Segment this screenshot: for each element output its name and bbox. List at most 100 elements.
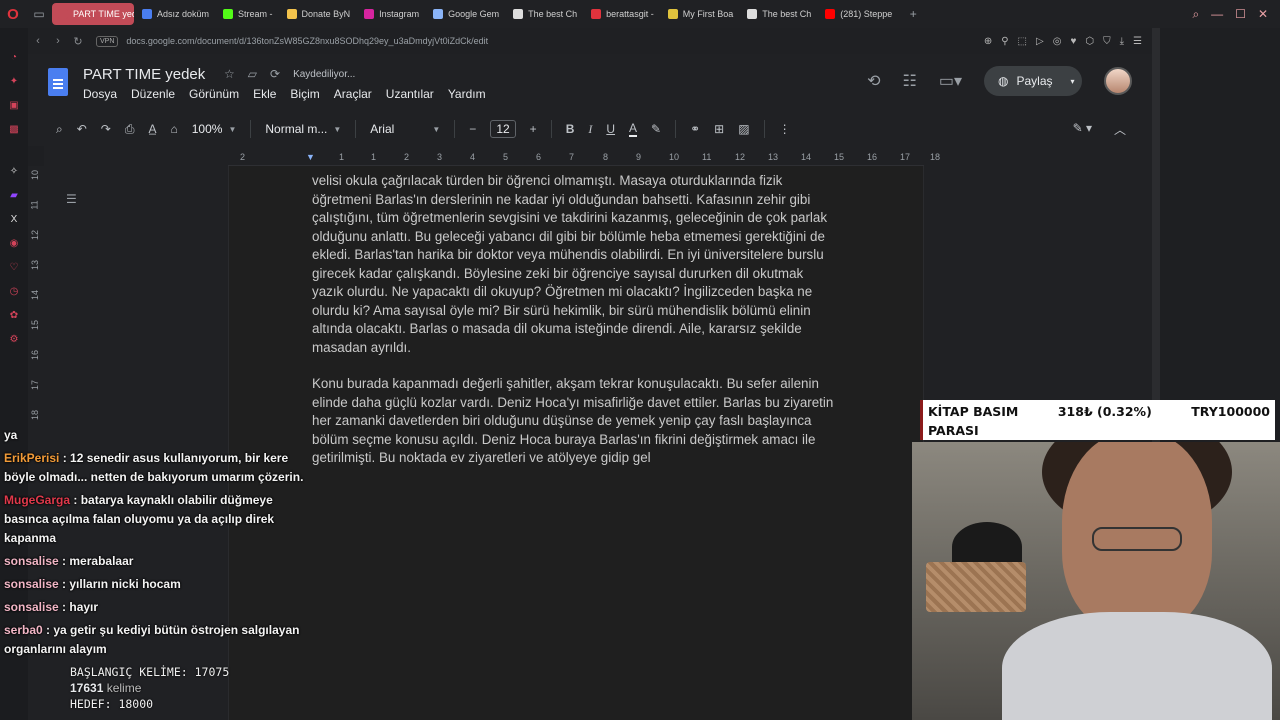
menu-item[interactable]: Görünüm [189,87,239,101]
browser-tab[interactable]: Adsız doküm [136,3,215,25]
style-dropdown[interactable]: Normal m... ▼ [265,122,341,136]
play-icon[interactable]: ▷ [1036,36,1044,47]
mail-icon[interactable]: ▩ [7,122,21,136]
forward-icon[interactable]: › [48,35,68,47]
star-icon[interactable]: ☆ [224,67,235,81]
redo-icon[interactable]: ↷ [101,122,111,136]
document-body[interactable]: velisi okula çağrılacak türden bir öğren… [312,172,838,486]
paragraph-1[interactable]: velisi okula çağrılacak türden bir öğren… [312,172,838,357]
camera-icon[interactable]: ◎ [1053,36,1062,47]
twitch-icon[interactable]: ▰ [7,188,21,202]
menu-item[interactable]: Uzantılar [386,87,434,101]
collapse-menus-icon[interactable]: ︿ [1114,121,1126,138]
paint-format-icon[interactable]: ⌂ [170,122,177,136]
heart-icon[interactable]: ♥ [1070,36,1076,47]
download-icon[interactable]: ⤓ [1120,36,1124,47]
share-button[interactable]: ◍ Paylaş ▾ [984,66,1082,96]
pin-page-icon[interactable]: ⚲ [1001,36,1008,47]
snapshot-icon[interactable]: ⬚ [1018,36,1027,47]
back-icon[interactable]: ‹ [28,35,48,47]
tab-favicon-icon [58,9,68,19]
chat-username: sonsalise [4,577,59,591]
spellcheck-icon[interactable]: A̲ [148,122,156,136]
print-icon[interactable]: ⎙ [125,122,135,137]
browser-tab[interactable]: The best Ch [741,3,817,25]
search-icon[interactable]: ⌕ [1192,7,1199,22]
browser-tab[interactable]: Donate ByN [281,3,357,25]
menu-item[interactable]: Araçlar [334,87,372,101]
browser-tab[interactable]: (281) Steppe [819,3,898,25]
font-dropdown[interactable]: Arial ▼ [370,122,440,136]
player-icon[interactable]: ◉ [7,236,21,250]
browser-tab[interactable]: My First Boa [662,3,740,25]
meet-icon[interactable]: ▭▾ [939,71,962,91]
docs-logo-icon[interactable] [48,68,68,96]
menu-item[interactable]: Dosya [83,87,117,101]
move-folder-icon[interactable]: ▱ [248,67,257,81]
messenger-icon[interactable]: ▣ [7,98,21,112]
link-icon[interactable]: ⚭ [690,122,700,136]
search-menus-icon[interactable]: ⌕ [56,122,63,137]
browser-tab[interactable]: berattasgit - [585,3,660,25]
bookmark-icon[interactable]: ♡ [7,260,21,274]
browser-tab[interactable]: The best Ch [507,3,583,25]
paragraph-2[interactable]: Konu burada kapanmadı değerli şahitler, … [312,375,838,468]
underline-icon[interactable]: U [606,122,615,136]
clock-icon[interactable]: ◷ [7,284,21,298]
history-icon[interactable]: ◔ [7,50,21,64]
basket [926,562,1026,612]
x-icon[interactable]: X [7,212,21,226]
text-color-icon[interactable]: A [629,121,638,137]
browser-tab[interactable]: Stream - [217,3,279,25]
vruler-tick: 10 [30,169,41,181]
image-icon[interactable]: ▨ [738,122,749,136]
undo-icon[interactable]: ↶ [77,122,87,136]
comments-icon[interactable]: ☷ [903,71,917,91]
comment-icon[interactable]: ⊞ [714,122,724,136]
reload-icon[interactable]: ↻ [68,35,88,48]
ruler-tick: 10 [669,152,680,162]
indent-marker-icon[interactable]: ▼ [306,152,315,162]
italic-icon[interactable]: I [588,122,592,137]
decrease-font-icon[interactable]: − [469,122,476,136]
close-icon[interactable]: ✕ [1258,7,1268,22]
highlight-icon[interactable]: ✎ [651,122,661,136]
chevron-down-icon[interactable]: ▾ [1071,77,1075,86]
increase-font-icon[interactable]: + [530,122,537,136]
menu-item[interactable]: Ekle [253,87,276,101]
maximize-icon[interactable]: ☐ [1235,7,1246,22]
url-field[interactable]: docs.google.com/document/d/136tonZsW85GZ… [126,36,488,46]
menu-icon[interactable]: ☰ [1133,36,1142,47]
kick-icon[interactable]: ✧ [7,164,21,178]
outline-icon[interactable]: ☰ [66,192,77,206]
extensions-puzzle-icon[interactable]: ⬡ [1085,36,1094,47]
ruler-tick: 15 [834,152,845,162]
vpn-badge[interactable]: VPN [96,35,119,47]
horizontal-ruler[interactable]: 2 1 1 2 3 4 5 6 7 8 9 10 11 12 13 14 15 16 17 18 ▼ [228,150,940,166]
menu-item[interactable]: Yardım [448,87,486,101]
opera-logo-icon[interactable]: O [0,1,26,27]
browser-tab[interactable]: Google Gem [427,3,505,25]
shield-icon[interactable]: ⛉ [1103,36,1111,47]
more-options-icon[interactable]: ⋮ [779,122,791,136]
tab-menu-icon[interactable]: ▭ [26,1,52,27]
minimize-icon[interactable]: — [1211,7,1223,22]
menu-item[interactable]: Düzenle [131,87,175,101]
extensions-icon[interactable]: ✿ [7,308,21,322]
version-history-icon[interactable]: ⟲ [867,71,880,91]
document-title[interactable]: PART TIME yedek [83,66,205,83]
browser-tab[interactable]: Instagram [358,3,425,25]
editing-mode-icon[interactable]: ✎ ▾ [1073,121,1092,138]
font-size-input[interactable]: 12 [490,120,516,138]
bold-icon[interactable]: B [566,122,575,136]
zoom-dropdown[interactable]: 100% ▼ [192,122,237,136]
toolbar-right: ✎ ▾ ︿ [1073,121,1152,138]
docs-header: PART TIME yedek ☆ ▱ ⟳ Kaydediliyor... Do… [28,54,1152,112]
browser-tab[interactable]: PART TIME yedek - Goo [52,3,134,25]
avatar[interactable] [1104,67,1132,95]
zoom-icon[interactable]: ⊕ [984,36,992,47]
menu-item[interactable]: Biçim [290,87,319,101]
pin-icon[interactable]: ✦ [7,74,21,88]
new-tab-button[interactable]: + [900,1,926,27]
settings-icon[interactable]: ⚙ [7,332,21,346]
